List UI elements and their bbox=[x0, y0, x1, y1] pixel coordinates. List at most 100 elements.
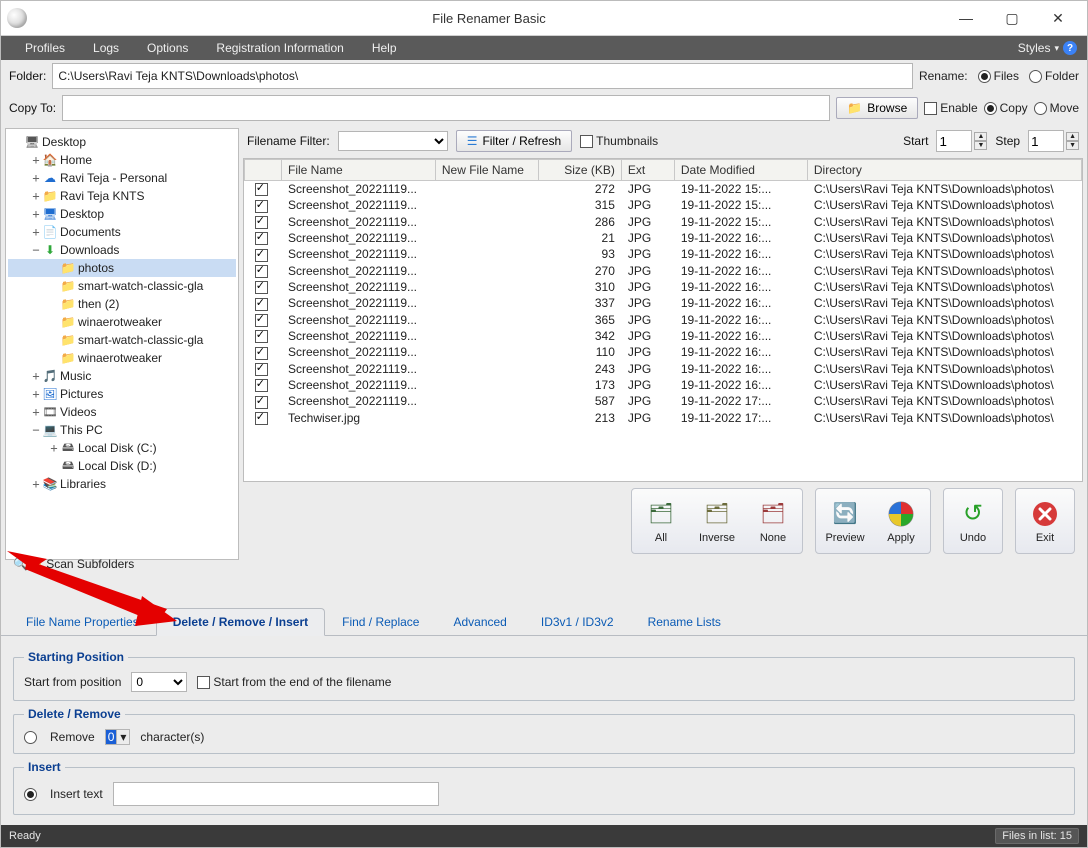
table-row[interactable]: Screenshot_20221119...110JPG19-11-2022 1… bbox=[245, 344, 1082, 360]
col-newname[interactable]: New File Name bbox=[435, 160, 538, 181]
menu-options[interactable]: Options bbox=[133, 38, 202, 58]
row-checkbox[interactable] bbox=[255, 216, 268, 229]
insert-text-input[interactable] bbox=[113, 782, 439, 806]
help-icon[interactable]: ? bbox=[1063, 41, 1077, 55]
tree-item[interactable]: 📁photos bbox=[8, 259, 236, 277]
remove-count-select[interactable]: 0 bbox=[106, 730, 117, 744]
tree-item[interactable]: 📁winaerotweaker bbox=[8, 349, 236, 367]
file-grid[interactable]: File Name New File Name Size (KB) Ext Da… bbox=[243, 158, 1083, 482]
tree-item[interactable]: −⬇Downloads bbox=[8, 241, 236, 259]
col-checkbox[interactable] bbox=[245, 160, 282, 181]
table-row[interactable]: Screenshot_20221119...342JPG19-11-2022 1… bbox=[245, 328, 1082, 344]
browse-button[interactable]: 📁Browse bbox=[836, 97, 918, 119]
tree-item[interactable]: 🖴Local Disk (D:) bbox=[8, 457, 236, 475]
tree-item[interactable]: 📁smart-watch-classic-gla bbox=[8, 331, 236, 349]
table-row[interactable]: Screenshot_20221119...93JPG19-11-2022 16… bbox=[245, 246, 1082, 262]
col-dir[interactable]: Directory bbox=[807, 160, 1081, 181]
row-checkbox[interactable] bbox=[255, 281, 268, 294]
table-row[interactable]: Screenshot_20221119...365JPG19-11-2022 1… bbox=[245, 312, 1082, 328]
insert-radio[interactable] bbox=[24, 787, 40, 801]
tree-item[interactable]: +🖥Desktop bbox=[8, 205, 236, 223]
expand-icon[interactable]: + bbox=[30, 171, 42, 185]
tree-item[interactable]: 📁smart-watch-classic-gla bbox=[8, 277, 236, 295]
expand-icon[interactable]: − bbox=[30, 243, 42, 257]
tree-item[interactable]: +☁Ravi Teja - Personal bbox=[8, 169, 236, 187]
expand-icon[interactable]: + bbox=[30, 477, 42, 491]
folder-path-input[interactable] bbox=[52, 63, 913, 89]
row-checkbox[interactable] bbox=[255, 265, 268, 278]
table-row[interactable]: Screenshot_20221119...173JPG19-11-2022 1… bbox=[245, 377, 1082, 393]
tree-item[interactable]: +🖼Pictures bbox=[8, 385, 236, 403]
col-size[interactable]: Size (KB) bbox=[538, 160, 621, 181]
copy-radio[interactable]: Copy bbox=[984, 101, 1028, 115]
move-radio[interactable]: Move bbox=[1034, 101, 1079, 115]
maximize-button[interactable]: ▢ bbox=[989, 1, 1035, 35]
tree-item[interactable]: +🎵Music bbox=[8, 367, 236, 385]
row-checkbox[interactable] bbox=[255, 314, 268, 327]
tab-find-replace[interactable]: Find / Replace bbox=[325, 608, 436, 635]
menu-registration[interactable]: Registration Information bbox=[202, 38, 357, 58]
col-date[interactable]: Date Modified bbox=[674, 160, 807, 181]
expand-icon[interactable]: + bbox=[30, 207, 42, 221]
expand-icon[interactable]: + bbox=[30, 405, 42, 419]
row-checkbox[interactable] bbox=[255, 347, 268, 360]
table-row[interactable]: Screenshot_20221119...587JPG19-11-2022 1… bbox=[245, 393, 1082, 409]
enable-checkbox[interactable]: Enable bbox=[924, 101, 977, 115]
tab-id3[interactable]: ID3v1 / ID3v2 bbox=[524, 608, 631, 635]
menu-profiles[interactable]: Profiles bbox=[11, 38, 79, 58]
scan-subfolders-button[interactable]: 🔍📁 Scan Subfolders bbox=[13, 557, 227, 571]
step-input[interactable] bbox=[1028, 130, 1064, 152]
row-checkbox[interactable] bbox=[255, 396, 268, 409]
table-row[interactable]: Screenshot_20221119...286JPG19-11-2022 1… bbox=[245, 214, 1082, 230]
table-row[interactable]: Screenshot_20221119...21JPG19-11-2022 16… bbox=[245, 230, 1082, 246]
start-spinner[interactable]: ▲▼ bbox=[974, 132, 987, 150]
close-button[interactable]: ✕ bbox=[1035, 1, 1081, 35]
minimize-button[interactable]: — bbox=[943, 1, 989, 35]
expand-icon[interactable]: + bbox=[30, 387, 42, 401]
col-filename[interactable]: File Name bbox=[282, 160, 436, 181]
expand-icon[interactable]: + bbox=[30, 153, 42, 167]
table-row[interactable]: Screenshot_20221119...337JPG19-11-2022 1… bbox=[245, 295, 1082, 311]
start-position-select[interactable]: 0 bbox=[131, 672, 187, 692]
copy-to-input[interactable] bbox=[62, 95, 830, 121]
menu-styles[interactable]: Styles bbox=[1018, 41, 1051, 55]
preview-button[interactable]: 🔄Preview bbox=[819, 492, 871, 550]
row-checkbox[interactable] bbox=[255, 232, 268, 245]
tree-item[interactable]: +🖴Local Disk (C:) bbox=[8, 439, 236, 457]
row-checkbox[interactable] bbox=[255, 298, 268, 311]
tree-item[interactable]: +📁Ravi Teja KNTS bbox=[8, 187, 236, 205]
table-row[interactable]: Screenshot_20221119...310JPG19-11-2022 1… bbox=[245, 279, 1082, 295]
expand-icon[interactable]: + bbox=[48, 441, 60, 455]
remove-radio[interactable] bbox=[24, 730, 40, 744]
menu-logs[interactable]: Logs bbox=[79, 38, 133, 58]
row-checkbox[interactable] bbox=[255, 379, 268, 392]
table-row[interactable]: Screenshot_20221119...243JPG19-11-2022 1… bbox=[245, 361, 1082, 377]
tree-item[interactable]: +🎞Videos bbox=[8, 403, 236, 421]
table-row[interactable]: Screenshot_20221119...270JPG19-11-2022 1… bbox=[245, 263, 1082, 279]
tree-item[interactable]: +🏠Home bbox=[8, 151, 236, 169]
row-checkbox[interactable] bbox=[255, 363, 268, 376]
tab-advanced[interactable]: Advanced bbox=[436, 608, 523, 635]
tree-item[interactable]: +📚Libraries bbox=[8, 475, 236, 493]
rename-files-radio[interactable]: Files bbox=[978, 69, 1019, 83]
select-none-button[interactable]: 🗂None bbox=[747, 492, 799, 550]
filter-dropdown[interactable] bbox=[338, 131, 448, 151]
filter-refresh-button[interactable]: ☰Filter / Refresh bbox=[456, 130, 572, 152]
row-checkbox[interactable] bbox=[255, 249, 268, 262]
col-ext[interactable]: Ext bbox=[621, 160, 674, 181]
table-row[interactable]: Techwiser.jpg213JPG19-11-2022 17:...C:\U… bbox=[245, 410, 1082, 426]
step-spinner[interactable]: ▲▼ bbox=[1066, 132, 1079, 150]
exit-button[interactable]: Exit bbox=[1019, 492, 1071, 550]
tab-rename-lists[interactable]: Rename Lists bbox=[631, 608, 738, 635]
tree-item[interactable]: +📄Documents bbox=[8, 223, 236, 241]
tree-item[interactable]: 📁winaerotweaker bbox=[8, 313, 236, 331]
row-checkbox[interactable] bbox=[255, 183, 268, 196]
select-inverse-button[interactable]: 🗂Inverse bbox=[691, 492, 743, 550]
table-row[interactable]: Screenshot_20221119...272JPG19-11-2022 1… bbox=[245, 181, 1082, 198]
table-row[interactable]: Screenshot_20221119...315JPG19-11-2022 1… bbox=[245, 197, 1082, 213]
tab-delete-remove-insert[interactable]: Delete / Remove / Insert bbox=[156, 608, 325, 636]
chevron-down-icon[interactable]: ▾ bbox=[116, 730, 129, 744]
start-input[interactable] bbox=[936, 130, 972, 152]
expand-icon[interactable]: + bbox=[30, 369, 42, 383]
row-checkbox[interactable] bbox=[255, 330, 268, 343]
